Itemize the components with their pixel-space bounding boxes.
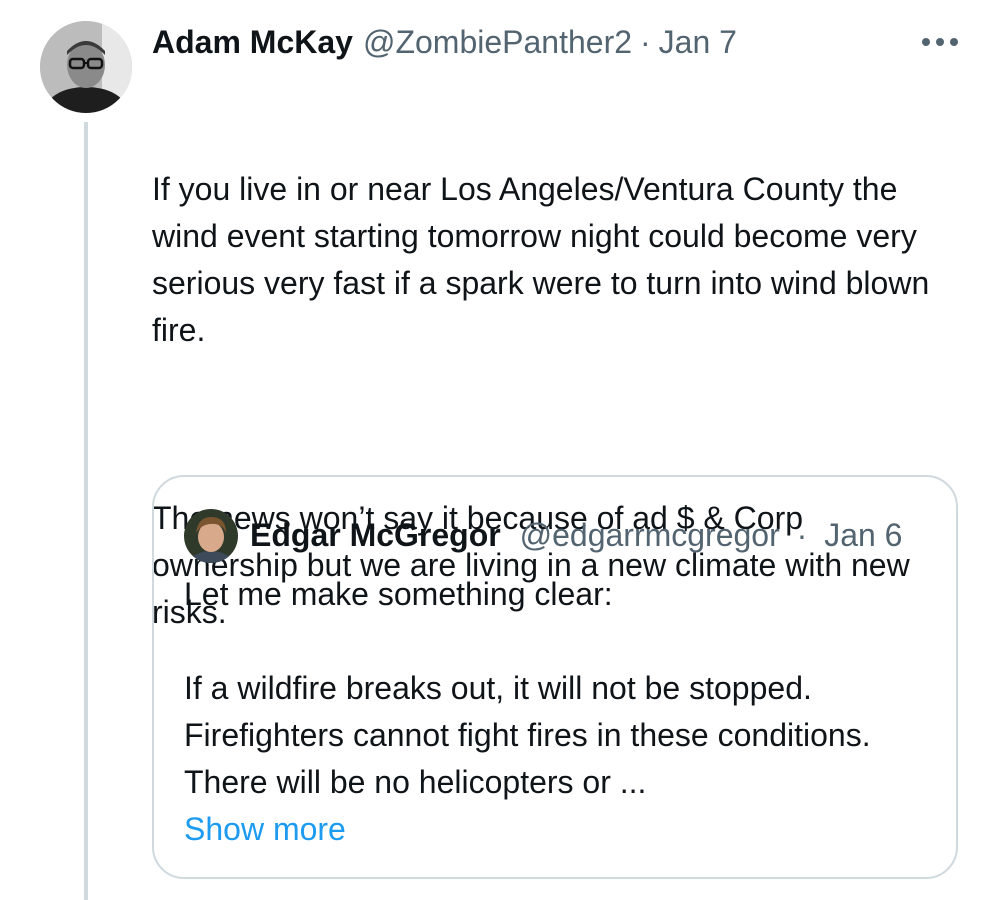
separator-dot: · (796, 517, 808, 553)
quoted-author-name[interactable]: Edgar McGregor (250, 517, 501, 553)
quoted-author-avatar[interactable] (184, 509, 238, 563)
more-horizontal-icon[interactable] (920, 32, 960, 52)
tweet-header: Adam McKay @ZombiePanther2 · Jan 7 (152, 18, 972, 66)
separator-dot: · (640, 24, 651, 60)
quoted-tweet-paragraph: Let me make something clear: (184, 576, 613, 612)
quoted-author-handle[interactable]: @edgarrmcgregor (520, 517, 780, 553)
tweet-paragraph: If you live in or near Los Angeles/Ventu… (152, 171, 939, 348)
quoted-tweet-text: Let me make something clear: If a wildfi… (184, 571, 944, 853)
quoted-tweet-date[interactable]: Jan 6 (824, 517, 902, 553)
quoted-tweet-card[interactable]: Edgar McGregor @edgarrmcgregor · Jan 6 L… (152, 475, 958, 879)
tweet-date[interactable]: Jan 7 (659, 18, 737, 66)
author-avatar-image (40, 21, 132, 113)
author-name[interactable]: Adam McKay (152, 18, 353, 66)
author-handle[interactable]: @ZombiePanther2 (363, 18, 632, 66)
show-more-link[interactable]: Show more (184, 806, 944, 853)
author-avatar[interactable] (40, 21, 132, 113)
thread-connector-line (84, 122, 88, 900)
quoted-author-avatar-image (184, 509, 238, 563)
quoted-tweet-header: Edgar McGregor @edgarrmcgregor · Jan 6 (250, 511, 902, 559)
quoted-tweet-paragraph: If a wildfire breaks out, it will not be… (184, 670, 871, 800)
